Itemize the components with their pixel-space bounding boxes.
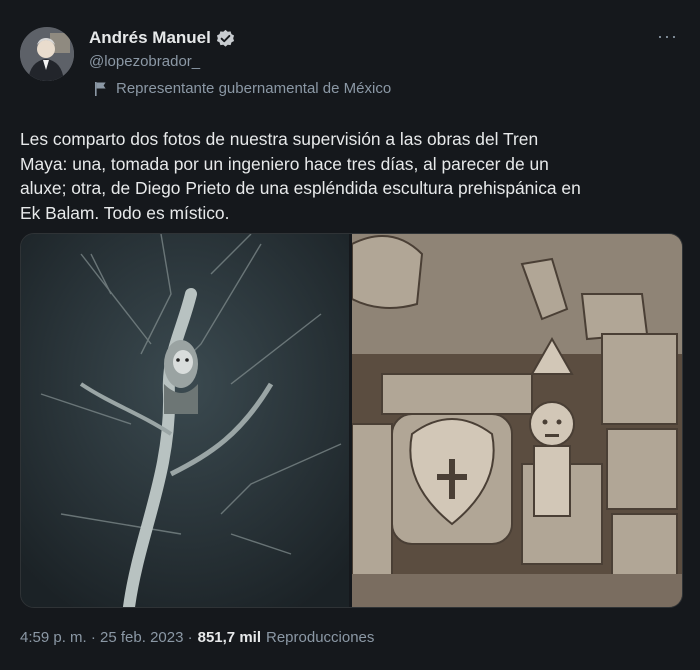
government-flag-icon — [95, 81, 106, 96]
view-count: 851,7 mil — [197, 629, 261, 646]
author-handle[interactable]: @lopezobrador_ — [89, 53, 200, 70]
more-options-icon[interactable]: ··· — [657, 26, 678, 47]
tweet-media[interactable] — [20, 233, 683, 608]
avatar[interactable] — [20, 27, 74, 81]
government-label-text: Representante gubernamental de México — [116, 80, 392, 97]
views-label: Reproducciones — [266, 629, 375, 646]
tweet-footer: 4:59 p. m. · 25 feb. 2023 · 851,7 mil Re… — [20, 629, 374, 646]
photo-ek-balam-sculpture[interactable] — [349, 234, 682, 607]
author-name[interactable]: Andrés Manuel — [89, 28, 211, 48]
tweet-text: Les comparto dos fotos de nuestra superv… — [20, 129, 581, 223]
tweet-time[interactable]: 4:59 p. m. · 25 feb. 2023 · — [20, 629, 193, 646]
verified-icon — [216, 29, 234, 47]
photo-aluxe-tree[interactable] — [21, 234, 349, 607]
author-name-row[interactable]: Andrés Manuel — [89, 28, 235, 48]
government-label[interactable]: Representante gubernamental de México — [94, 80, 391, 97]
